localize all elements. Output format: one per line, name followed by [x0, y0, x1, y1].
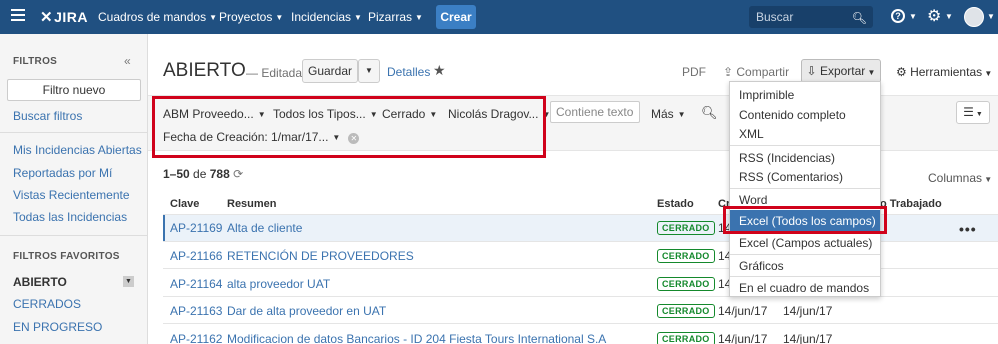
- issue-summary[interactable]: Alta de cliente: [227, 221, 302, 235]
- pdf-link[interactable]: PDF: [682, 65, 706, 79]
- share-button[interactable]: ⇪ Compartir: [723, 65, 789, 79]
- menu-item-dashboard[interactable]: En el cuadro de mandos: [739, 281, 869, 295]
- text-search-input[interactable]: Contiene texto: [550, 101, 640, 123]
- jira-logo[interactable]: ✕JIRA: [40, 8, 88, 26]
- menu-item-excel-current-fields[interactable]: Excel (Campos actuales): [739, 236, 872, 250]
- gear-caret-icon: ▼: [945, 12, 953, 21]
- updated-date: 14/jun/17: [783, 304, 833, 318]
- filters-sidebar: FILTROS « Filtro nuevo Buscar filtros Mi…: [0, 34, 148, 344]
- divider: [730, 145, 880, 146]
- export-button[interactable]: ⇩ Exportar ▼: [801, 59, 881, 83]
- issue-key[interactable]: AP-21164: [170, 277, 222, 291]
- issue-key[interactable]: AP-21166: [170, 249, 222, 263]
- page-title: ABIERTO: [163, 60, 246, 81]
- menu-item-word[interactable]: Word: [739, 193, 767, 207]
- created-date: 14/jun/17: [718, 304, 768, 318]
- created-date: 14/jun/17: [718, 332, 768, 344]
- favorite-filter-en-progreso[interactable]: EN PROGRESO: [13, 320, 102, 334]
- app-switcher-icon[interactable]: [11, 9, 25, 23]
- status-badge: CERRADO: [657, 249, 715, 263]
- menu-item-xml[interactable]: XML: [739, 127, 764, 141]
- issue-key[interactable]: AP-21169: [170, 221, 222, 235]
- more-filters-button[interactable]: Más ▼: [651, 107, 686, 121]
- issue-summary[interactable]: RETENCIÓN DE PROVEEDORES: [227, 249, 414, 263]
- favorite-filter-abierto[interactable]: ABIERTO: [13, 275, 67, 289]
- tools-button[interactable]: ⚙ Herramientas ▼: [896, 65, 992, 79]
- avatar-caret-icon: ▼: [987, 12, 995, 21]
- status-badge: CERRADO: [657, 221, 715, 235]
- avatar[interactable]: [964, 7, 984, 27]
- view-switcher-button[interactable]: ☰ ▼: [956, 101, 990, 124]
- gear-icon: ⚙: [896, 65, 911, 79]
- column-header-summary[interactable]: Resumen: [227, 198, 277, 210]
- divider: [730, 276, 880, 277]
- updated-date: 14/jun/17: [783, 332, 833, 344]
- divider: [0, 235, 148, 236]
- refresh-icon[interactable]: ⟳: [233, 167, 243, 181]
- sidebar-item-all-issues[interactable]: Todas las Incidencias: [13, 210, 127, 224]
- star-icon[interactable]: ★: [433, 62, 446, 79]
- column-header-time-worked[interactable]: o Trabajado: [880, 198, 942, 210]
- create-button[interactable]: Crear: [436, 5, 476, 29]
- divider: [730, 188, 880, 189]
- search-filters-link[interactable]: Buscar filtros: [13, 109, 82, 123]
- edited-label: — Editada: [246, 66, 303, 80]
- status-badge: CERRADO: [657, 277, 715, 291]
- export-icon: ⇩: [806, 64, 820, 78]
- menu-item-charts[interactable]: Gráficos: [739, 259, 784, 273]
- save-button[interactable]: Guardar: [302, 59, 358, 83]
- double-chevron-left-icon[interactable]: «: [124, 54, 131, 68]
- divider: [163, 323, 998, 324]
- nav-dashboards[interactable]: Cuadros de mandos ▼: [98, 10, 217, 24]
- issue-summary[interactable]: alta proveedor UAT: [227, 277, 330, 291]
- issue-summary[interactable]: Modificacion de datos Bancarios - ID 204…: [227, 332, 606, 344]
- status-badge: CERRADO: [657, 332, 715, 344]
- columns-button[interactable]: Columnas ▼: [928, 171, 992, 185]
- details-link[interactable]: Detalles: [387, 65, 430, 79]
- row-actions-icon[interactable]: •••: [959, 221, 977, 237]
- favorite-filter-cerrados[interactable]: CERRADOS: [13, 297, 81, 311]
- issue-key[interactable]: AP-21163: [170, 304, 222, 318]
- sidebar-item-reported-by-me[interactable]: Reportadas por Mí: [13, 166, 112, 180]
- nav-projects[interactable]: Proyectos ▼: [219, 10, 283, 24]
- help-caret-icon: ▼: [909, 12, 917, 21]
- menu-item-rss-issues[interactable]: RSS (Incidencias): [739, 151, 835, 165]
- top-navigation-bar: ✕JIRA Cuadros de mandos ▼ Proyectos ▼ Inci…: [0, 0, 998, 34]
- list-icon: ☰: [963, 105, 974, 119]
- issue-summary[interactable]: Dar de alta proveedor en UAT: [227, 304, 386, 318]
- menu-item-full-content[interactable]: Contenido completo: [739, 108, 846, 122]
- results-count: 1–50 de 788 ⟳: [163, 167, 244, 181]
- favorites-heading: FILTROS FAVORITOS: [13, 251, 120, 262]
- menu-item-rss-comments[interactable]: RSS (Comentarios): [739, 170, 843, 184]
- sidebar-item-my-open-issues[interactable]: Mis Incidencias Abiertas: [13, 143, 142, 157]
- sidebar-item-recently-viewed[interactable]: Vistas Recientemente: [13, 188, 130, 202]
- column-header-status[interactable]: Estado: [657, 198, 694, 210]
- divider: [0, 132, 148, 133]
- menu-item-printable[interactable]: Imprimible: [739, 88, 794, 102]
- save-dropdown-button[interactable]: ▼: [358, 59, 380, 83]
- search-icon: 🔍︎: [851, 11, 867, 25]
- export-dropdown-menu: Imprimible Contenido completo XML RSS (I…: [729, 81, 881, 297]
- divider: [730, 254, 880, 255]
- search-input[interactable]: Buscar 🔍︎: [749, 6, 873, 28]
- annotation-box: [723, 206, 887, 234]
- status-badge: CERRADO: [657, 304, 715, 318]
- annotation-box: [152, 96, 546, 158]
- search-icon[interactable]: 🔍︎: [701, 105, 718, 121]
- nav-issues[interactable]: Incidencias ▼: [291, 10, 362, 24]
- column-header-key[interactable]: Clave: [170, 198, 199, 210]
- filter-menu-icon[interactable]: ▼: [123, 276, 134, 287]
- share-icon: ⇪: [723, 65, 737, 79]
- new-filter-button[interactable]: Filtro nuevo: [7, 79, 141, 101]
- nav-boards[interactable]: Pizarras ▼: [368, 10, 423, 24]
- issue-key[interactable]: AP-21162: [170, 332, 222, 344]
- gear-icon[interactable]: ⚙: [927, 6, 941, 26]
- help-icon[interactable]: ?: [891, 9, 905, 23]
- sidebar-heading: FILTROS: [13, 56, 58, 67]
